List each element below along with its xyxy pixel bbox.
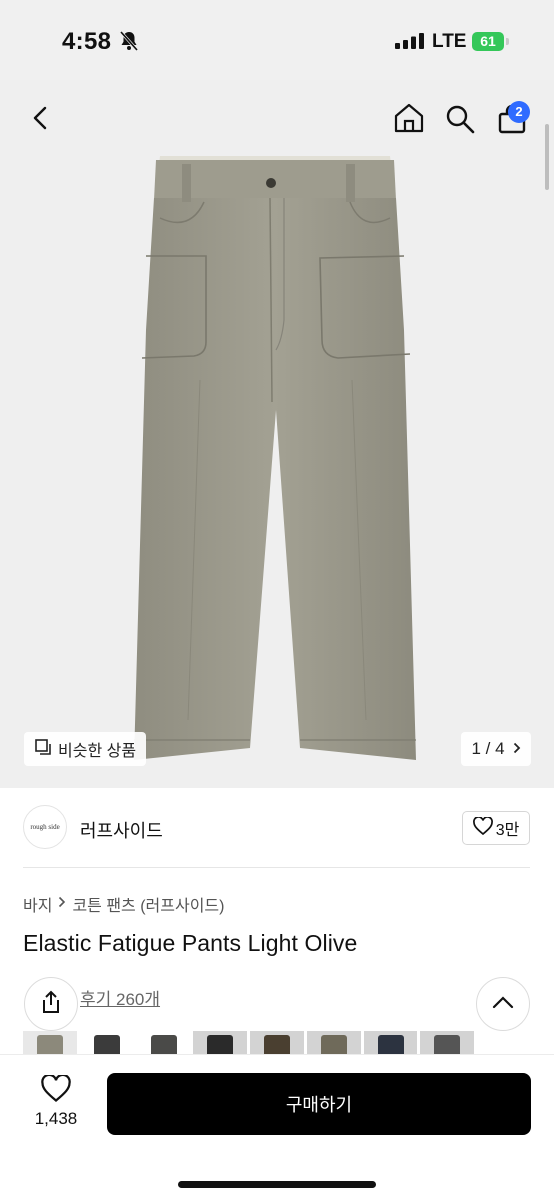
- brand-row: rough side 러프사이드 3만: [0, 788, 554, 868]
- home-indicator: [178, 1181, 376, 1188]
- brand-like-button[interactable]: 3만: [462, 811, 530, 845]
- color-option[interactable]: [306, 1031, 361, 1057]
- color-option[interactable]: [79, 1031, 134, 1057]
- bell-off-icon: [119, 30, 139, 57]
- brand-like-count: 3만: [495, 822, 520, 839]
- scrollbar[interactable]: [545, 124, 549, 190]
- product-image: [134, 156, 416, 760]
- color-option[interactable]: [250, 1031, 304, 1057]
- chevron-right-icon: [58, 895, 66, 913]
- search-icon[interactable]: [445, 104, 475, 139]
- color-option[interactable]: [420, 1031, 474, 1057]
- page-indicator-text: 1 / 4: [471, 739, 505, 758]
- similar-icon: [34, 738, 52, 761]
- color-option[interactable]: [363, 1031, 418, 1057]
- color-options: [23, 1031, 474, 1057]
- color-option[interactable]: [136, 1031, 191, 1057]
- cart-count-badge: 2: [508, 101, 530, 123]
- signal-icon: [395, 33, 425, 54]
- divider: [23, 867, 530, 868]
- status-bar: 4:58 LTE 61: [0, 0, 554, 80]
- similar-label: 비슷한 상품: [58, 743, 137, 760]
- status-time: 4:58: [62, 28, 112, 55]
- scroll-top-button[interactable]: [476, 977, 530, 1031]
- breadcrumb-category[interactable]: 바지: [23, 892, 52, 916]
- network-type: LTE: [432, 31, 467, 52]
- breadcrumb-subcategory[interactable]: 코튼 팬츠 (러프사이드): [72, 892, 224, 916]
- buy-button[interactable]: 구매하기: [107, 1073, 531, 1135]
- color-option[interactable]: [23, 1031, 77, 1057]
- chevron-up-icon: [492, 995, 514, 1014]
- back-icon[interactable]: [26, 104, 54, 137]
- reviews-link[interactable]: 후기 260개: [80, 985, 160, 1010]
- heart-icon: [41, 1073, 71, 1106]
- product-title: Elastic Fatigue Pants Light Olive: [23, 930, 358, 956]
- image-page-indicator[interactable]: 1 / 4: [461, 732, 531, 766]
- product-image-gallery[interactable]: 2 비슷한 상품 1 / 4: [0, 80, 554, 788]
- battery-level: 61: [472, 32, 504, 51]
- wishlist-button[interactable]: 1,438: [30, 1073, 82, 1129]
- chevron-right-icon: [513, 739, 521, 759]
- breadcrumb: 바지 코튼 팬츠 (러프사이드): [23, 892, 224, 916]
- heart-icon: [472, 815, 493, 840]
- bottom-action-bar: 1,438 구매하기: [0, 1055, 554, 1200]
- brand-name[interactable]: 러프사이드: [80, 817, 163, 843]
- share-icon: [39, 989, 63, 1020]
- battery-tip: [506, 38, 509, 45]
- color-option[interactable]: [193, 1031, 247, 1057]
- similar-products-button[interactable]: 비슷한 상품: [24, 732, 147, 766]
- home-icon[interactable]: [393, 102, 425, 139]
- share-button[interactable]: [24, 977, 78, 1031]
- wishlist-count: 1,438: [34, 1109, 78, 1128]
- brand-logo[interactable]: rough side: [23, 805, 67, 849]
